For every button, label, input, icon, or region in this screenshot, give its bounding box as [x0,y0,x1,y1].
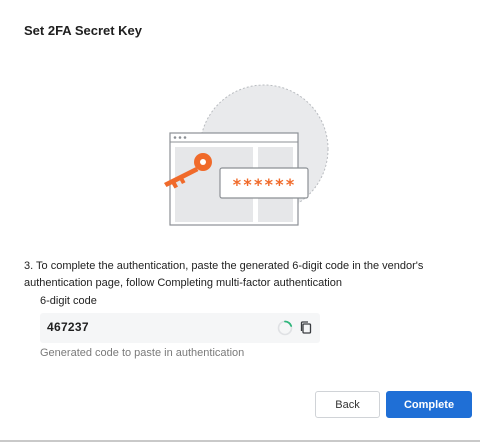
refresh-timer-icon [277,320,293,336]
back-button[interactable]: Back [315,391,380,418]
bottom-divider [0,440,480,442]
code-value: 467237 [47,320,89,334]
code-field: 467237 [40,313,320,343]
copy-icon[interactable] [298,320,314,336]
code-helper-text: Generated code to paste in authenticatio… [40,347,245,359]
password-mask: ****** [232,175,296,194]
code-field-label: 6-digit code [40,295,97,307]
dialog-title: Set 2FA Secret Key [24,23,143,38]
browser-key-illustration: ****** [150,80,340,240]
set-2fa-dialog: Set 2FA Secret Key ****** 3. To complete… [0,0,480,445]
password-field-icon: ****** [219,167,309,199]
complete-button[interactable]: Complete [386,391,472,418]
step-instruction: 3. To complete the authentication, paste… [24,260,424,289]
